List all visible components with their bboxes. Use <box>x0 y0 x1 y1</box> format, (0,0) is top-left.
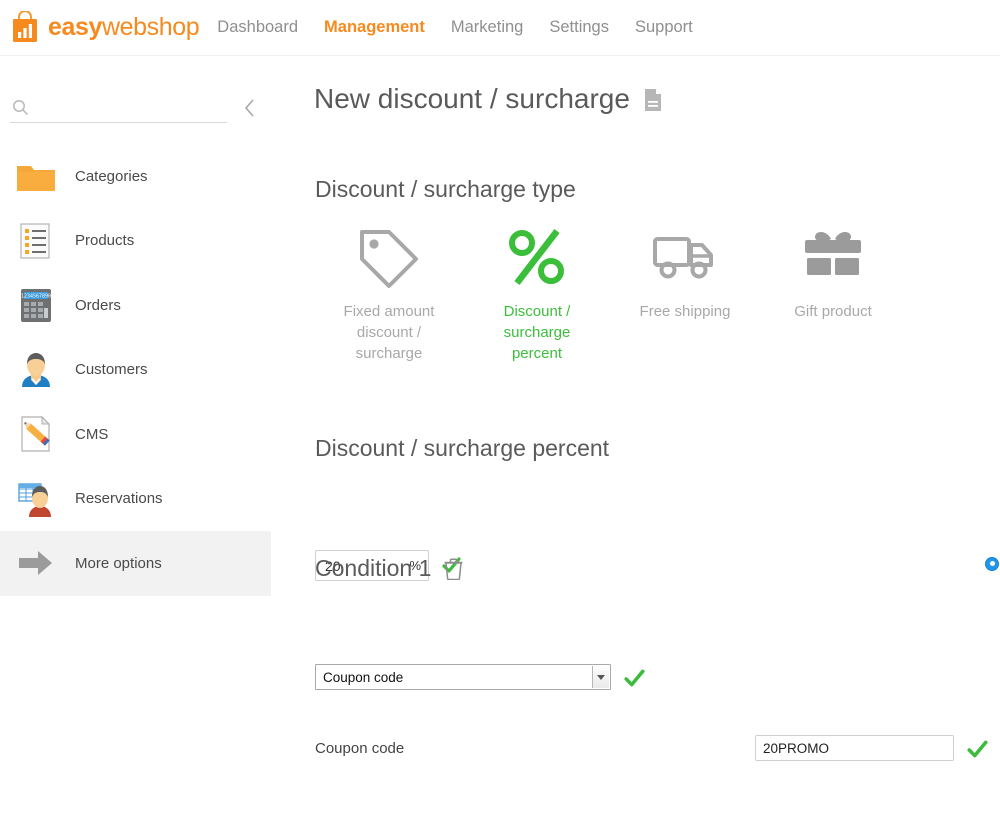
green-check-icon <box>624 668 643 687</box>
sidebar-item-label: More options <box>75 555 162 572</box>
radio-option-discount[interactable]: Discount <box>985 555 1000 572</box>
search-icon <box>12 99 29 116</box>
condition-heading-row: Condition 1 <box>315 555 463 582</box>
green-check-icon <box>967 739 986 758</box>
reservations-icon <box>14 477 58 521</box>
type-option-fixed-amount[interactable]: Fixed amount discount / surcharge <box>315 221 463 364</box>
sidebar-search-row <box>10 92 262 124</box>
app-root: easywebshop Dashboard Management Marketi… <box>0 0 1000 822</box>
type-option-label: Gift product <box>775 301 891 322</box>
discount-type-heading: Discount / surcharge type <box>315 176 576 203</box>
brand-name-light: webshop <box>102 13 199 41</box>
sidebar-item-reservations[interactable]: Reservations <box>0 467 271 532</box>
sidebar-item-more-options[interactable]: More options <box>0 531 271 596</box>
product-list-icon <box>14 219 58 263</box>
discount-type-options: Fixed amount discount / surcharge Discou… <box>315 221 935 364</box>
trash-icon[interactable] <box>444 558 463 580</box>
sidebar-item-label: Reservations <box>75 490 163 507</box>
coupon-code-row <box>755 735 986 761</box>
svg-text:1234567890: 1234567890 <box>21 294 51 300</box>
main-content: New discount / surcharge Discount / surc… <box>271 56 1000 822</box>
sidebar-item-label: Products <box>75 232 134 249</box>
nav-item-marketing[interactable]: Marketing <box>451 18 523 37</box>
chevron-down-icon[interactable] <box>592 666 609 688</box>
percent-icon <box>501 221 573 293</box>
type-option-percent[interactable]: Discount / surcharge percent <box>463 221 611 364</box>
coupon-code-input[interactable] <box>755 735 954 761</box>
type-option-label: Discount / surcharge percent <box>479 301 595 364</box>
type-option-gift-product[interactable]: Gift product <box>759 221 907 364</box>
sidebar-item-orders[interactable]: 1234567890 Orders <box>0 273 271 338</box>
sidebar-item-label: Categories <box>75 168 148 185</box>
sidebar-item-products[interactable]: Products <box>0 209 271 274</box>
sidebar-item-categories[interactable]: Categories <box>0 144 271 209</box>
search-input[interactable] <box>35 99 215 117</box>
nav-item-dashboard[interactable]: Dashboard <box>217 18 298 37</box>
calculator-icon: 1234567890 <box>14 283 58 327</box>
nav-item-management[interactable]: Management <box>324 18 425 37</box>
top-nav-links: Dashboard Management Marketing Settings … <box>217 18 718 37</box>
brand-logo-area[interactable]: easywebshop <box>10 11 199 44</box>
page-title-text: New discount / surcharge <box>314 83 630 115</box>
discount-surcharge-radio-group: Discount Surcharge <box>985 555 1000 572</box>
nav-item-settings[interactable]: Settings <box>549 18 609 37</box>
sidebar-menu: Categories Products <box>0 144 271 596</box>
nav-item-support[interactable]: Support <box>635 18 693 37</box>
price-tag-icon <box>353 221 425 293</box>
search-box[interactable] <box>10 93 227 123</box>
gift-icon <box>797 221 869 293</box>
sidebar-item-label: CMS <box>75 426 108 443</box>
brand-name: easywebshop <box>48 13 199 42</box>
condition-type-value: Coupon code <box>323 670 403 685</box>
chevron-left-icon[interactable] <box>241 95 259 121</box>
radio-discount-input[interactable] <box>985 557 999 571</box>
sidebar-item-label: Customers <box>75 361 148 378</box>
shopping-bag-chart-icon <box>10 11 40 44</box>
condition-type-select[interactable]: Coupon code <box>315 664 611 690</box>
page-title: New discount / surcharge <box>314 83 663 115</box>
page-pencil-icon <box>14 412 58 456</box>
truck-icon <box>649 221 721 293</box>
type-option-label: Fixed amount discount / surcharge <box>331 301 447 364</box>
type-option-label: Free shipping <box>627 301 743 322</box>
sidebar: Categories Products <box>0 56 271 822</box>
folder-icon <box>14 154 58 198</box>
top-navigation-bar: easywebshop Dashboard Management Marketi… <box>0 0 1000 56</box>
sidebar-item-label: Orders <box>75 297 121 314</box>
document-icon[interactable] <box>643 87 663 111</box>
customer-icon <box>14 348 58 392</box>
sidebar-item-cms[interactable]: CMS <box>0 402 271 467</box>
sidebar-item-customers[interactable]: Customers <box>0 338 271 403</box>
condition-type-row: Coupon code <box>315 664 643 690</box>
type-option-free-shipping[interactable]: Free shipping <box>611 221 759 364</box>
coupon-code-label: Coupon code <box>315 740 404 757</box>
condition-heading: Condition 1 <box>315 555 431 582</box>
brand-name-bold: easy <box>48 13 102 41</box>
arrow-right-icon <box>14 541 58 585</box>
percent-section-heading: Discount / surcharge percent <box>315 435 609 462</box>
